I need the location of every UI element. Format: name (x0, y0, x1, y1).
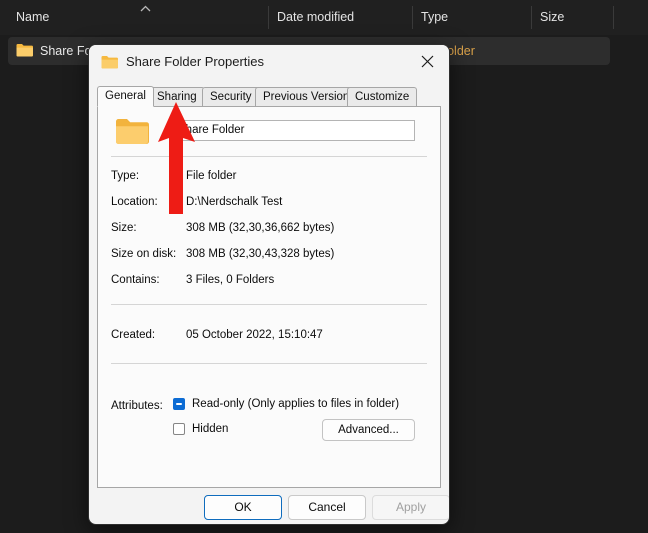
dialog-title: Share Folder Properties (126, 54, 265, 69)
column-header-name[interactable]: Name (16, 0, 49, 35)
folder-name-input[interactable]: Share Folder (173, 120, 415, 141)
dialog-tabstrip: General Sharing Security Previous Versio… (97, 86, 441, 107)
dialog-titlebar[interactable]: Share Folder Properties (89, 45, 449, 78)
readonly-checkbox[interactable] (173, 398, 185, 410)
tab-customize[interactable]: Customize (347, 87, 418, 107)
field-location-value: D:\Nerdschalk Test (186, 196, 283, 208)
field-type-label: Type: (111, 170, 140, 182)
column-divider[interactable] (268, 6, 269, 29)
close-icon[interactable] (405, 45, 449, 78)
column-header-date-modified[interactable]: Date modified (277, 0, 354, 35)
field-contains-value: 3 Files, 0 Folders (186, 274, 275, 286)
chevron-up-icon[interactable] (140, 5, 151, 12)
field-size-label: Size: (111, 222, 137, 234)
general-tab-panel: Share Folder Type: File folder Location:… (97, 106, 441, 488)
column-divider[interactable] (412, 6, 413, 29)
ok-button[interactable]: OK (204, 495, 282, 520)
field-contains-label: Contains: (111, 274, 160, 286)
field-created-value: 05 October 2022, 15:10:47 (186, 329, 323, 341)
explorer-column-header: Name Date modified Type Size (0, 0, 648, 35)
column-header-size[interactable]: Size (540, 0, 564, 35)
field-location-label: Location: (111, 196, 158, 208)
field-size-value: 308 MB (32,30,36,662 bytes) (186, 222, 335, 234)
folder-icon (115, 117, 149, 145)
tab-sharing[interactable]: Sharing (149, 87, 205, 107)
column-header-type[interactable]: Type (421, 0, 448, 35)
readonly-label: Read-only (Only applies to files in fold… (192, 398, 400, 410)
divider (111, 363, 427, 364)
attributes-label: Attributes: (111, 400, 163, 412)
tab-security[interactable]: Security (202, 87, 260, 107)
apply-button: Apply (372, 495, 449, 520)
divider (111, 156, 427, 157)
tab-general[interactable]: General (97, 86, 154, 107)
hidden-label: Hidden (192, 423, 229, 435)
folder-icon (16, 43, 33, 57)
column-divider[interactable] (531, 6, 532, 29)
divider (111, 304, 427, 305)
readonly-attribute[interactable]: Read-only (Only applies to files in fold… (173, 398, 399, 410)
hidden-checkbox[interactable] (173, 423, 185, 435)
share-folder-properties-dialog: Share Folder Properties General Sharing … (88, 44, 450, 525)
hidden-attribute[interactable]: Hidden (173, 423, 228, 435)
column-divider[interactable] (613, 6, 614, 29)
field-size-on-disk-label: Size on disk: (111, 248, 177, 260)
field-type-value: File folder (186, 170, 237, 182)
cancel-button[interactable]: Cancel (288, 495, 366, 520)
field-size-on-disk-value: 308 MB (32,30,43,328 bytes) (186, 248, 335, 260)
field-created-label: Created: (111, 329, 156, 341)
advanced-button[interactable]: Advanced... (322, 419, 415, 441)
folder-icon (101, 55, 118, 69)
